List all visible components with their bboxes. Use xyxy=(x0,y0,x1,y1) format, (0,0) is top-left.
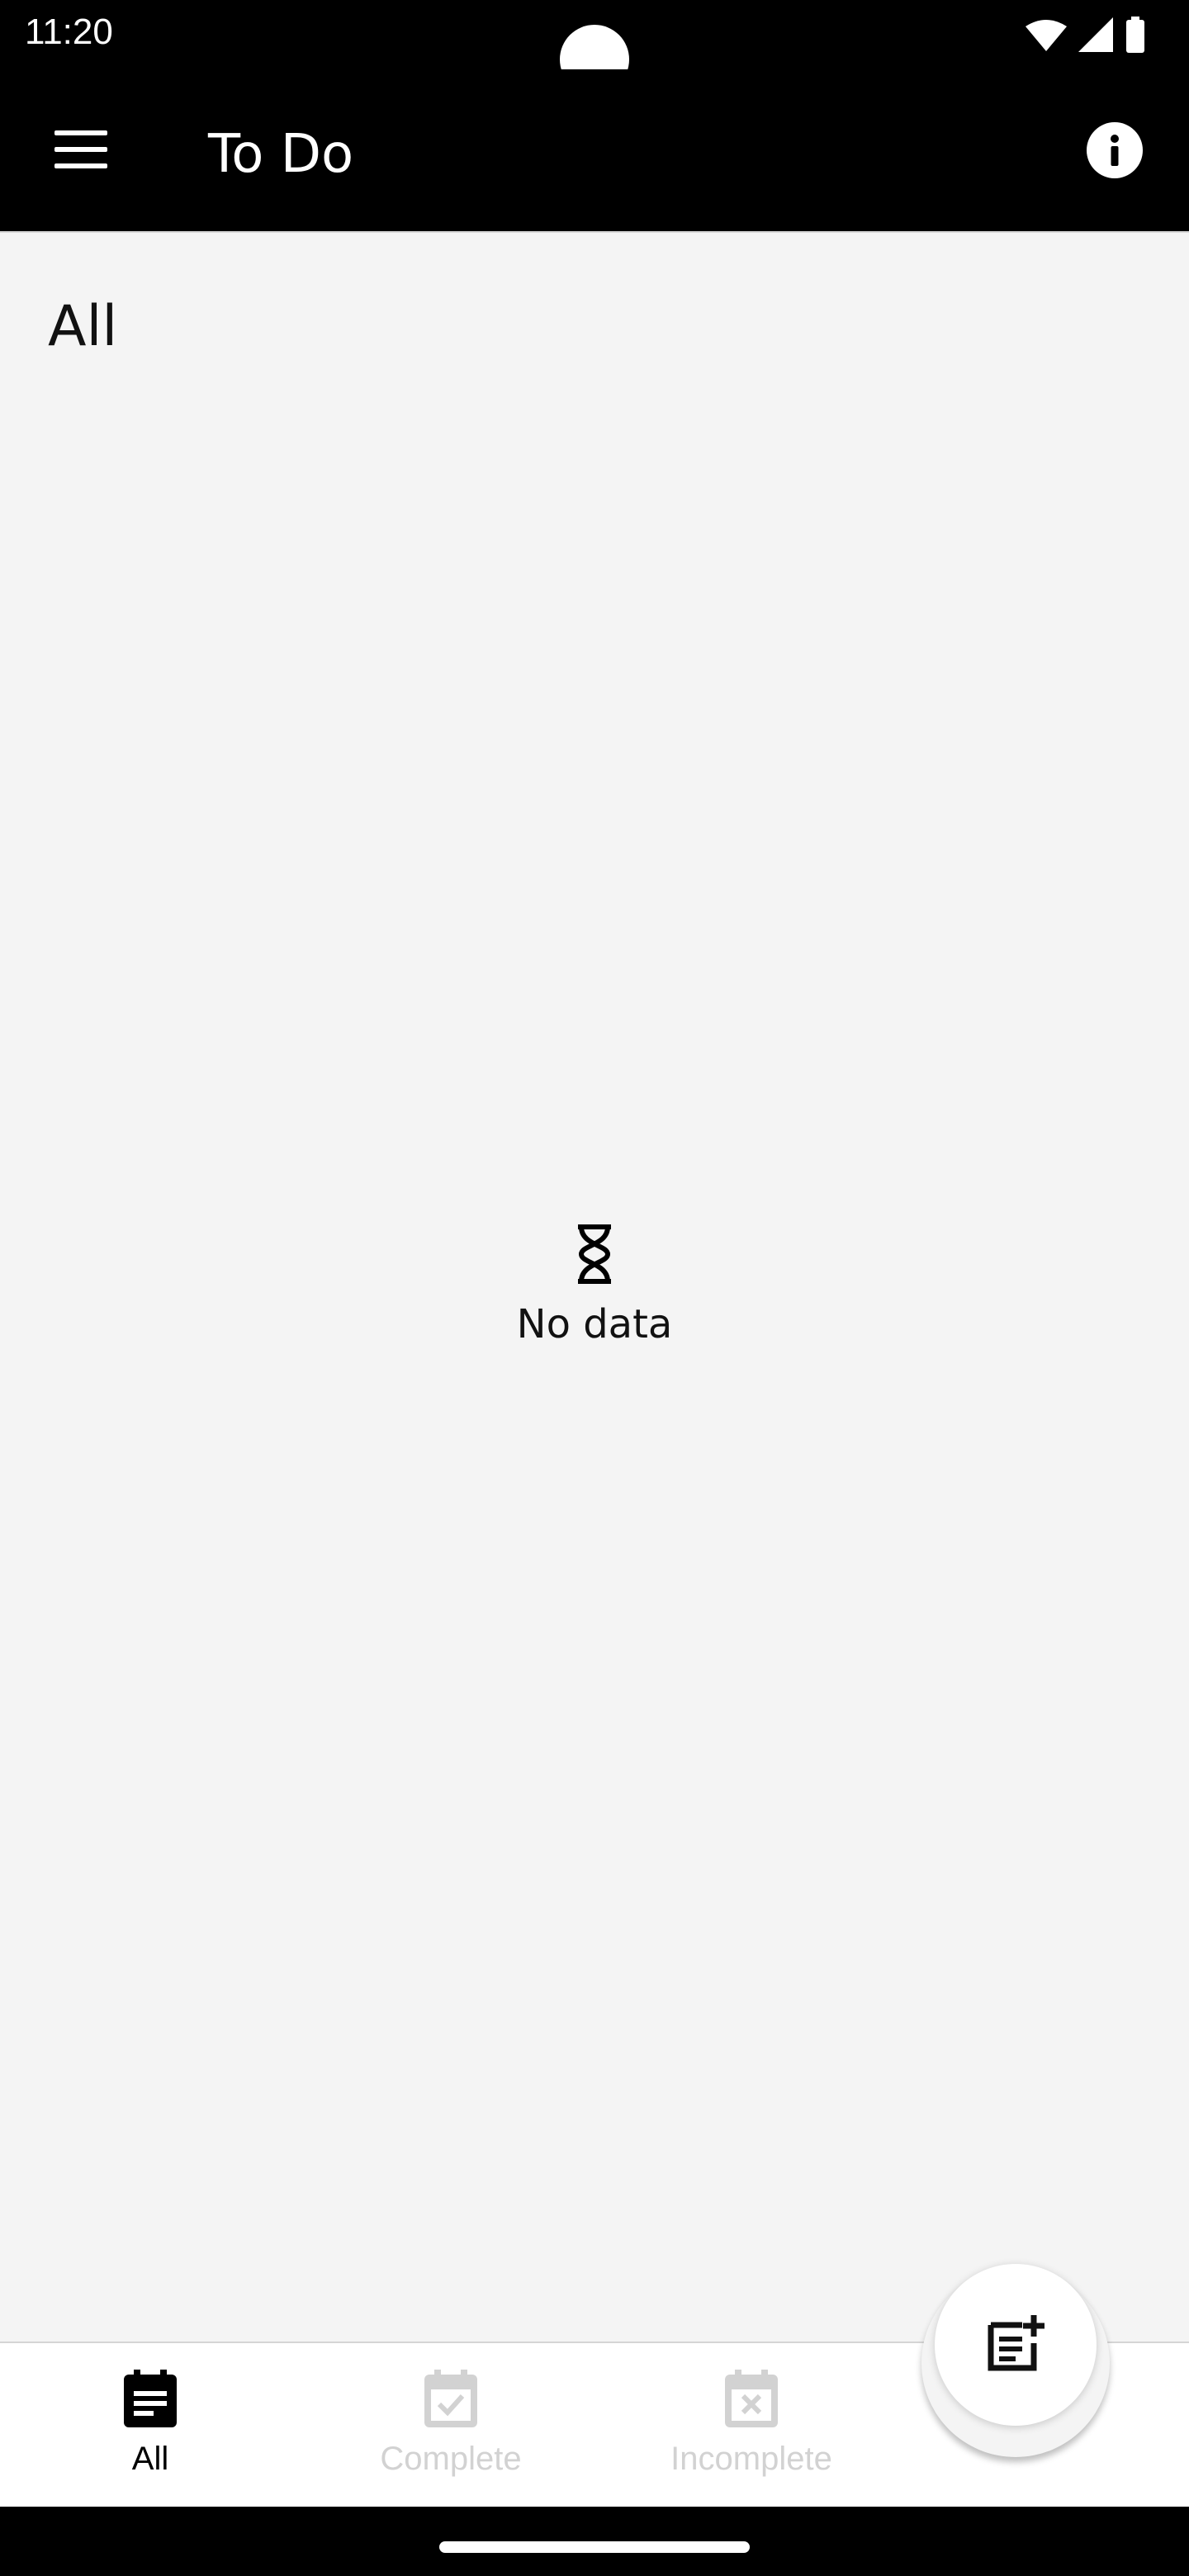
home-gesture-bar[interactable] xyxy=(439,2541,750,2553)
section-title: All xyxy=(48,294,118,359)
calendar-x-icon xyxy=(725,2370,778,2427)
gesture-area xyxy=(0,2507,1189,2576)
nav-tab-complete[interactable]: Complete xyxy=(302,2370,599,2478)
nav-label-complete: Complete xyxy=(380,2441,522,2477)
nav-tab-all[interactable]: All xyxy=(2,2370,299,2478)
nav-label-incomplete: Incomplete xyxy=(670,2441,832,2477)
wifi-icon xyxy=(1026,20,1067,51)
empty-state-text: No data xyxy=(516,1301,673,1347)
status-bar: 11:20 xyxy=(0,0,1189,94)
signal-icon xyxy=(1078,17,1113,52)
status-time: 11:20 xyxy=(25,12,113,52)
battery-icon xyxy=(1126,17,1144,53)
main-content[interactable]: All No data xyxy=(0,231,1189,2345)
menu-icon[interactable] xyxy=(50,127,112,177)
nav-label-all: All xyxy=(131,2441,169,2477)
empty-state: No data xyxy=(0,1224,1189,1347)
calendar-check-icon xyxy=(424,2370,477,2427)
info-icon[interactable] xyxy=(1087,122,1143,178)
add-task-button[interactable] xyxy=(935,2264,1097,2426)
status-icons xyxy=(1026,17,1146,53)
app-title: To Do xyxy=(208,124,354,185)
app-bar: To Do xyxy=(0,69,1189,231)
add-note-icon xyxy=(988,2315,1045,2371)
hourglass-icon xyxy=(578,1224,611,1284)
calendar-list-icon xyxy=(124,2370,177,2427)
nav-tab-incomplete[interactable]: Incomplete xyxy=(603,2370,900,2478)
